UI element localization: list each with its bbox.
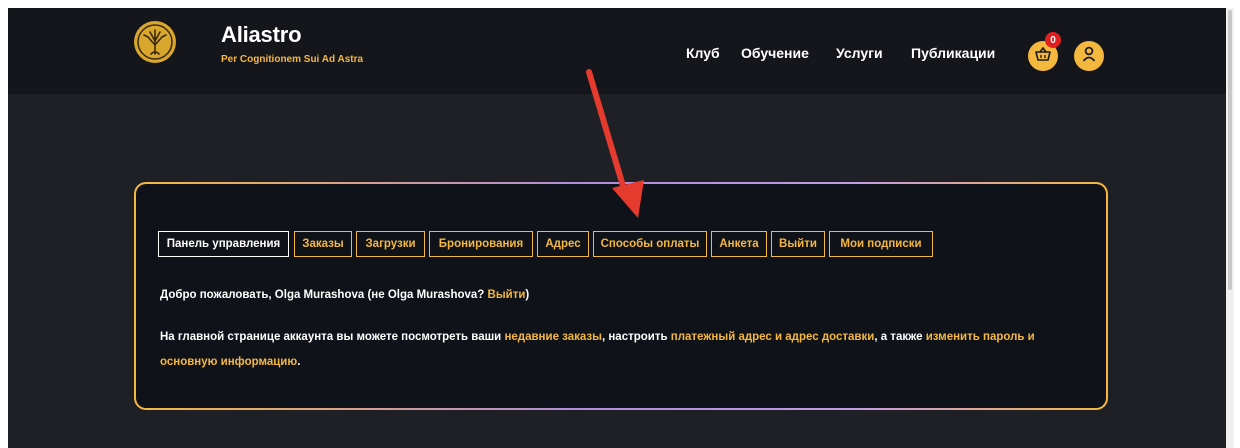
welcome-text: Добро пожаловать, Olga Murashova (не Olg… (160, 289, 488, 301)
info-text: , а также (874, 331, 926, 343)
edit-account-link[interactable]: изменить пароль и (926, 331, 1035, 343)
site-header: Aliastro Per Cognitionem Sui Ad Astra Кл… (8, 8, 1226, 94)
brand-name[interactable]: Aliastro (221, 22, 302, 48)
tab-questionnaire[interactable]: Анкета (711, 231, 767, 257)
tab-downloads[interactable]: Загрузки (356, 231, 425, 257)
tree-of-life-logo-icon[interactable] (134, 21, 176, 63)
tab-bookings[interactable]: Бронирования (429, 231, 533, 257)
welcome-logout-link[interactable]: Выйти (488, 289, 526, 301)
cart-count-badge: 0 (1045, 32, 1061, 48)
tab-address[interactable]: Адрес (537, 231, 589, 257)
addresses-link[interactable]: платежный адрес и адрес доставки (671, 331, 875, 343)
account-panel: Панель управления Заказы Загрузки Бронир… (134, 182, 1108, 410)
account-button[interactable] (1074, 41, 1104, 71)
info-text: На главной странице аккаунта вы можете п… (160, 331, 505, 343)
dashboard-info-line-1: На главной странице аккаунта вы можете п… (160, 331, 1035, 343)
page: Aliastro Per Cognitionem Sui Ad Astra Кл… (8, 8, 1226, 448)
nav-item-club[interactable]: Клуб (686, 45, 720, 61)
welcome-message: Добро пожаловать, Olga Murashova (не Olg… (160, 289, 529, 301)
basket-icon (1035, 46, 1051, 66)
dashboard-info-line-2: основную информацию. (160, 356, 300, 368)
info-text: , настроить (601, 331, 671, 343)
nav-item-services[interactable]: Услуги (836, 45, 883, 61)
nav-item-publications[interactable]: Публикации (911, 45, 995, 61)
tab-my-subscriptions[interactable]: Мои подписки (829, 231, 933, 257)
tab-payment-methods[interactable]: Способы оплаты (593, 231, 707, 257)
tab-dashboard[interactable]: Панель управления (158, 231, 289, 257)
info-text: . (297, 356, 301, 368)
user-icon (1082, 46, 1096, 67)
welcome-text-end: ) (525, 289, 530, 301)
tab-logout[interactable]: Выйти (771, 231, 825, 257)
tab-orders[interactable]: Заказы (294, 231, 352, 257)
recent-orders-link[interactable]: недавние заказы (504, 331, 602, 343)
edit-account-link-continued[interactable]: основную информацию (160, 356, 297, 368)
nav-item-learning[interactable]: Обучение (741, 45, 809, 61)
brand-tagline: Per Cognitionem Sui Ad Astra (221, 54, 364, 65)
scrollbar-thumb[interactable] (1228, 10, 1232, 290)
